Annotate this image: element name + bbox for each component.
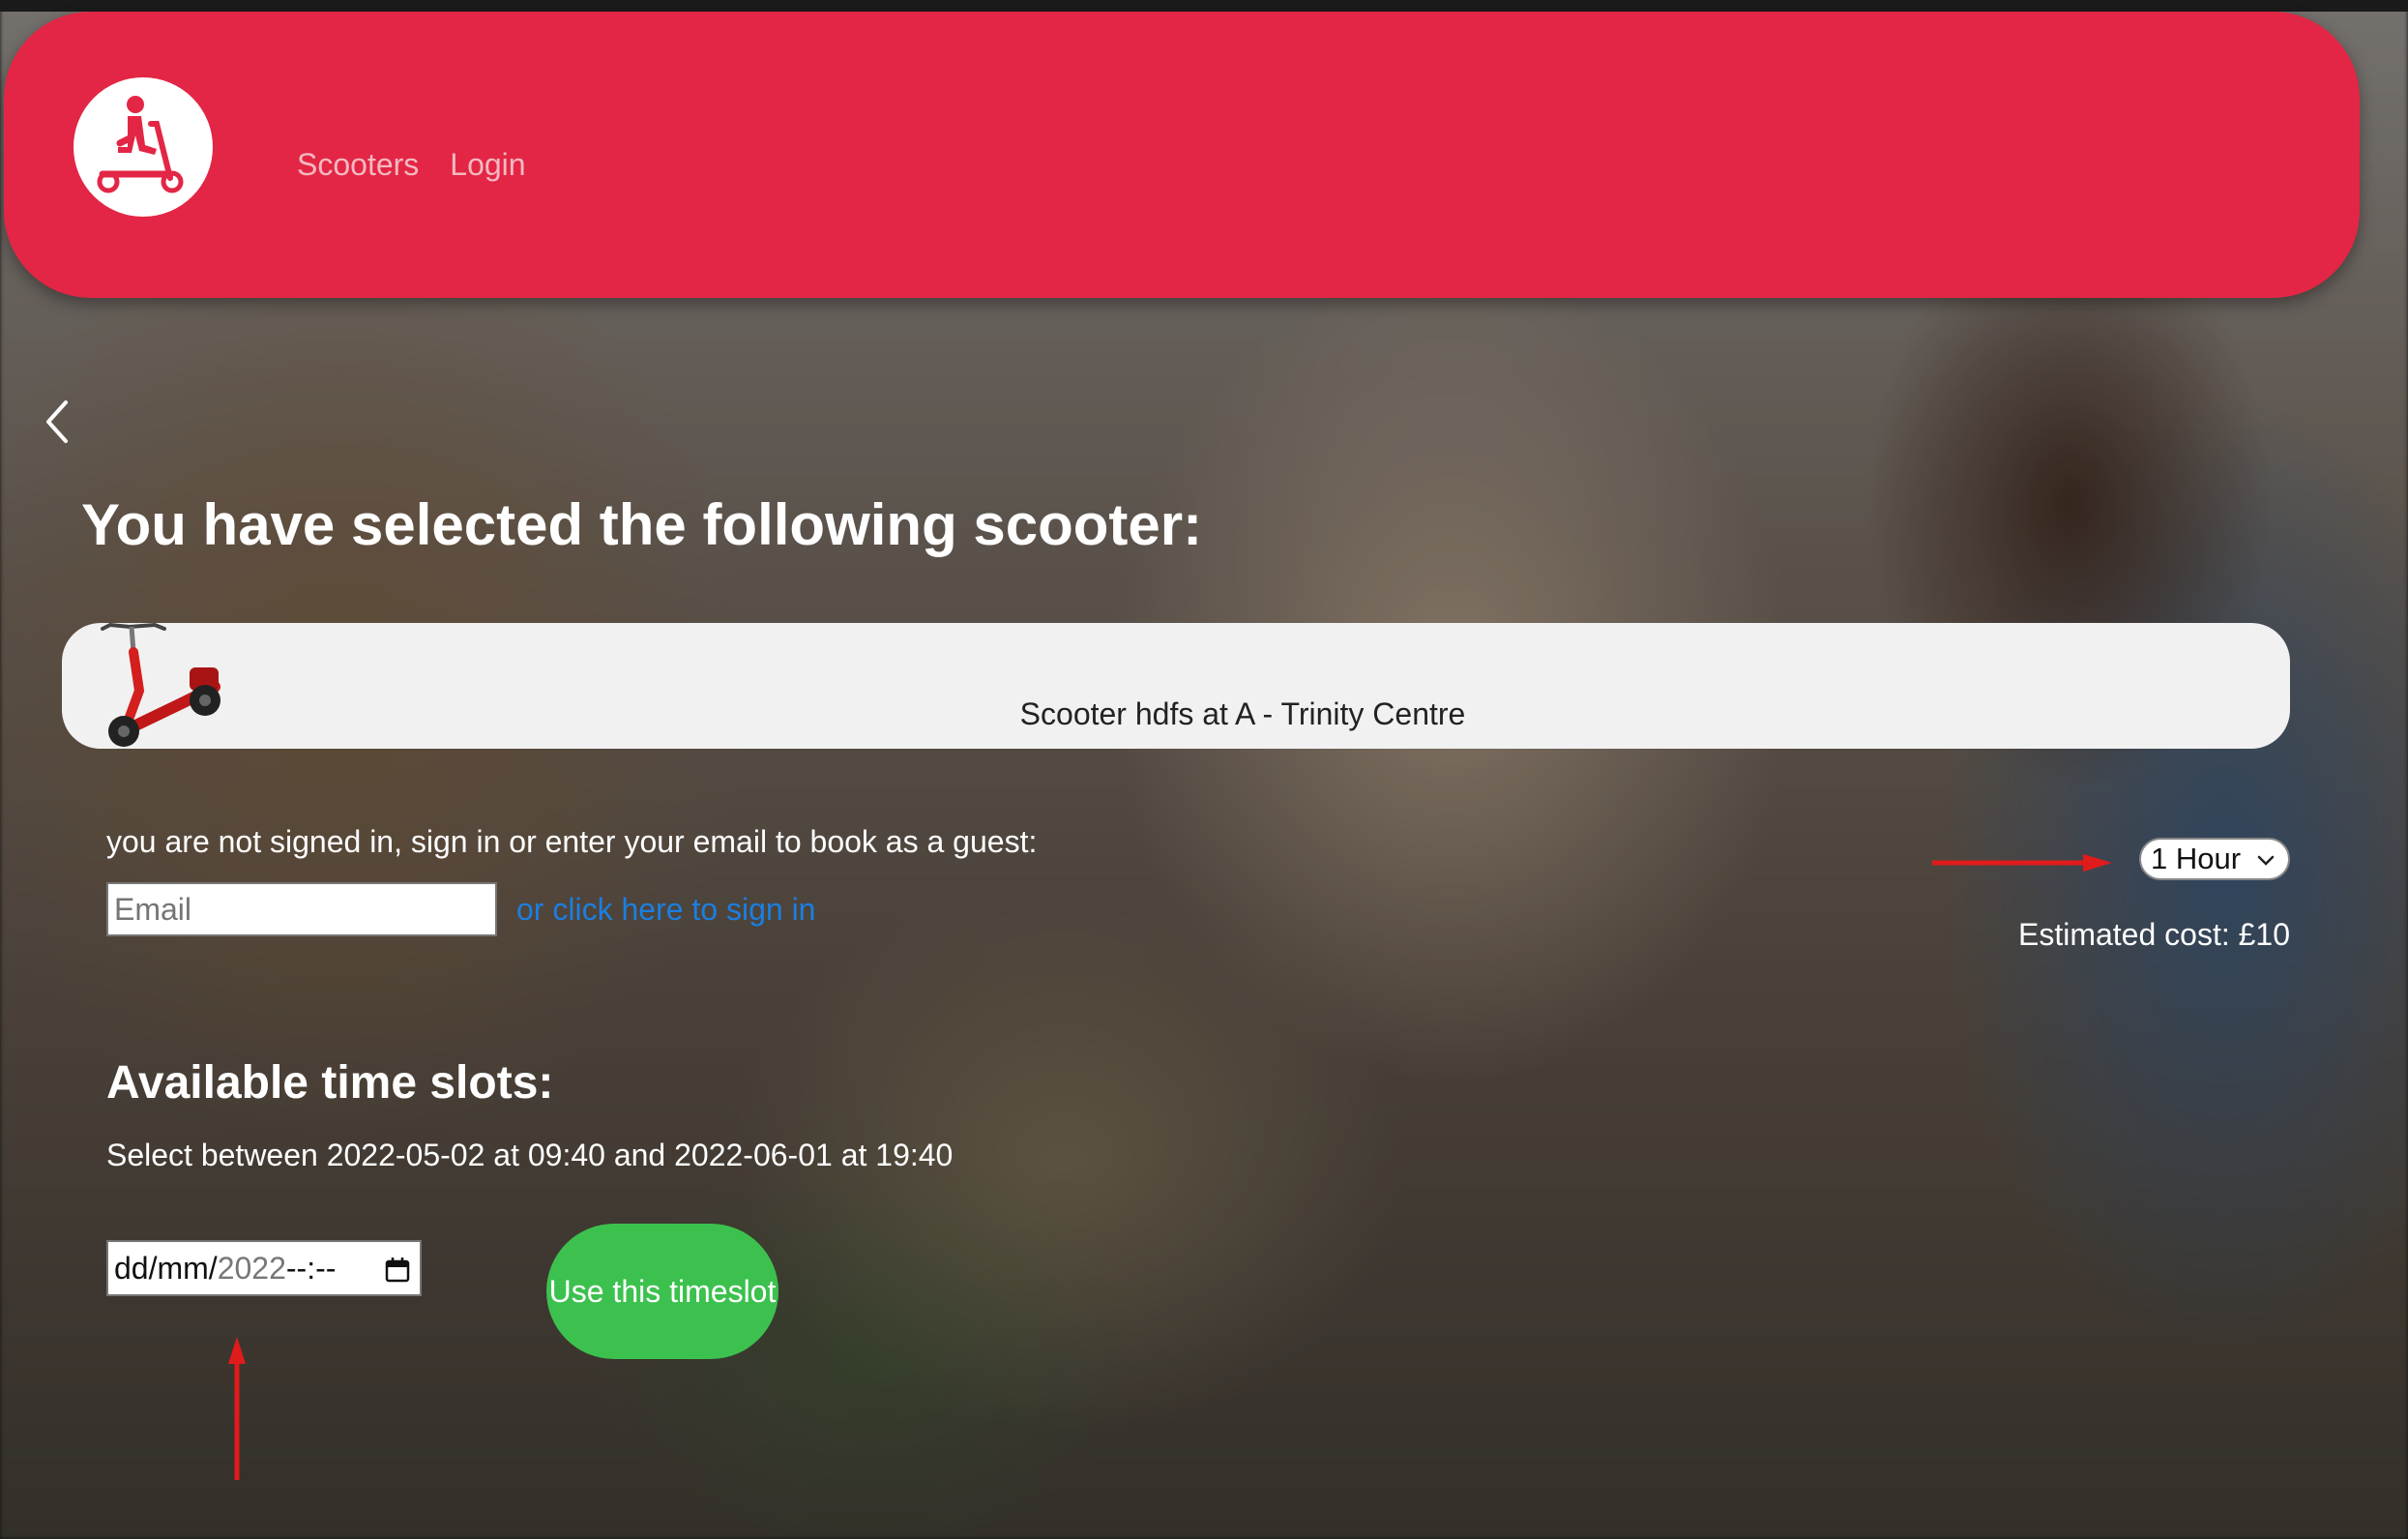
chevron-down-icon <box>2257 855 2275 866</box>
chevron-left-icon[interactable] <box>39 395 77 449</box>
site-header: Scooters Login <box>4 12 2360 298</box>
scooter-rider-icon <box>97 96 184 193</box>
duration-selected-value: 1 Hour <box>2151 842 2242 875</box>
nav-scooters-link[interactable]: Scooters <box>297 147 419 183</box>
use-timeslot-button[interactable]: Use this timeslot <box>546 1224 778 1359</box>
datetime-year: 2022 <box>217 1250 286 1286</box>
top-strip <box>0 0 2408 12</box>
main-nav: Scooters Login <box>297 147 526 183</box>
datetime-time-placeholder: --:-- <box>285 1250 337 1286</box>
duration-select[interactable]: 1 Hour <box>2139 838 2290 880</box>
nav-login-link[interactable]: Login <box>450 147 525 183</box>
datetime-field[interactable]: dd/mm/2022 --:-- <box>106 1240 422 1296</box>
sign-in-link[interactable]: or click here to sign in <box>516 892 815 928</box>
time-slots-range: Select between 2022-05-02 at 09:40 and 2… <box>106 1138 954 1172</box>
page-title: You have selected the following scooter: <box>81 492 1203 557</box>
time-slots-title: Available time slots: <box>106 1057 554 1109</box>
scooter-name: Scooter hdfs at A - Trinity Centre <box>1019 696 1466 731</box>
calendar-icon[interactable] <box>383 1256 412 1285</box>
email-field[interactable] <box>106 882 497 936</box>
logo[interactable] <box>73 77 213 217</box>
guest-message: you are not signed in, sign in or enter … <box>106 824 1038 859</box>
estimated-cost: Estimated cost: £10 <box>2017 917 2290 952</box>
annotation-arrow-up <box>228 1337 246 1480</box>
datetime-date-placeholder: dd/mm/ <box>114 1250 218 1286</box>
annotation-arrow-right <box>1932 854 2112 872</box>
